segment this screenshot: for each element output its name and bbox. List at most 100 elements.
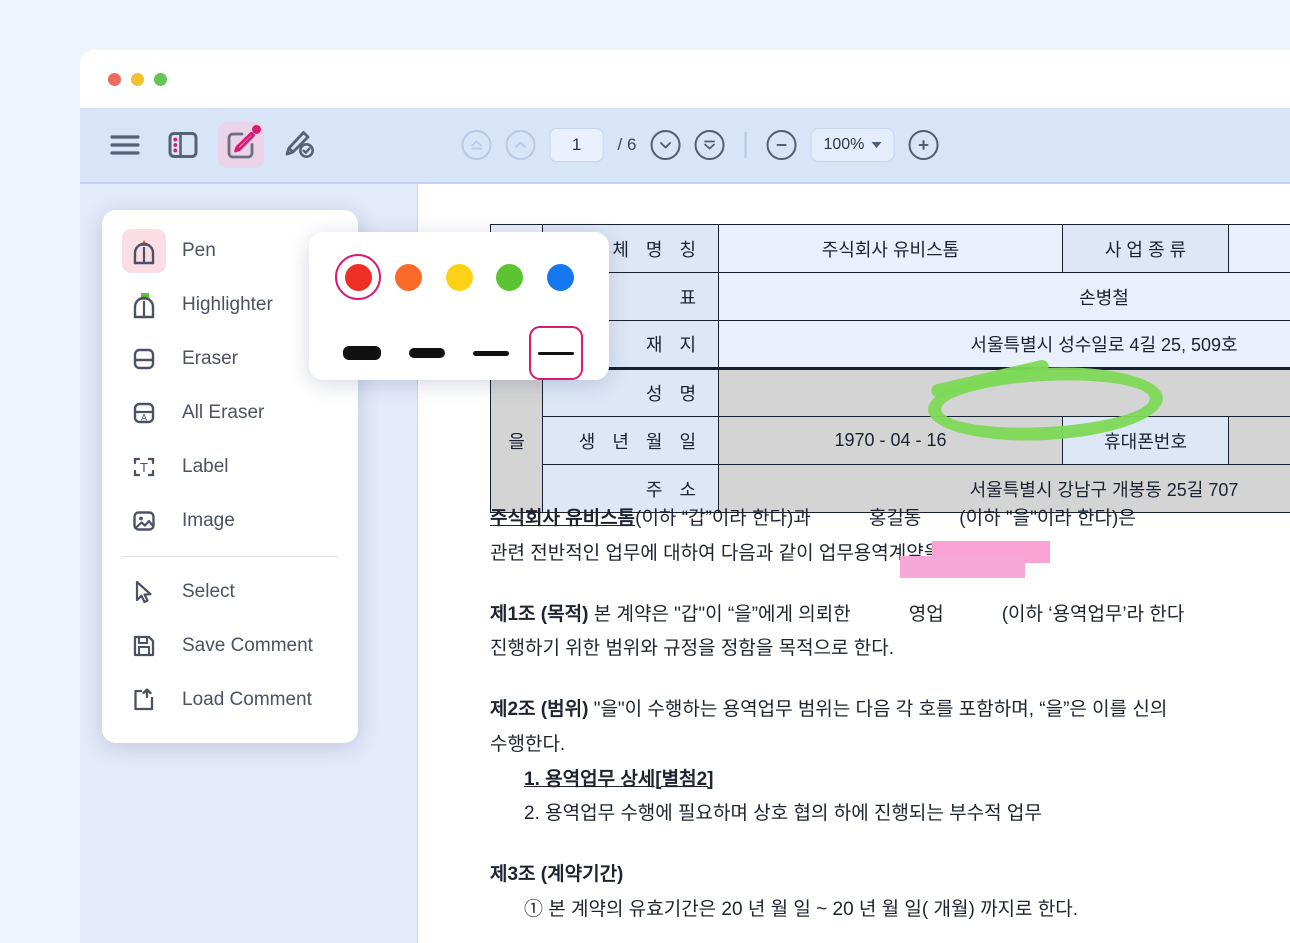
chevron-down-icon	[871, 142, 882, 148]
table-row: 생 년 월 일 1970 - 04 - 16 휴대폰번호 010 -	[491, 416, 1290, 465]
sign-tool-button[interactable]	[276, 122, 322, 168]
preamble-person: 홍길동	[868, 508, 922, 529]
close-button[interactable]	[108, 72, 121, 86]
stroke-width-row	[335, 326, 583, 380]
contract-info-table: 업 체 명 칭 주식회사 유비스톰 사 업 종 류 표 손병철 재 지 서울특별…	[489, 224, 1290, 513]
article3-item-1: ① 본 계약의 유효기간은 20 년 월 일 ~ 20 년 월 일( 개월) 까…	[524, 898, 1079, 920]
pen-style-picker	[309, 232, 609, 380]
article1-body2: (이하 ‘용역업무’라 한다	[1001, 603, 1185, 625]
article1-title: 제1조 (목적)	[490, 603, 589, 625]
color-swatch-green[interactable]	[487, 254, 533, 300]
tool-label: Load Comment	[182, 689, 312, 710]
stroke-option-extra-thick[interactable]	[335, 326, 389, 380]
color-swatch-row	[335, 254, 583, 300]
tool-item-all-eraser[interactable]: A All Eraser	[102, 386, 358, 440]
mobile-value: 010 -	[1228, 416, 1290, 465]
article1-body: 본 계약은 "갑"이 “을”에게 의뢰한	[593, 603, 851, 625]
zoom-level-label: 100%	[823, 136, 865, 153]
company-name-value: 주식회사 유비스톰	[718, 224, 1063, 273]
app-root: / 6	[0, 0, 1290, 943]
page-total-label: / 6	[617, 135, 637, 154]
thumbnail-panel-button[interactable]	[160, 122, 206, 168]
article2-line-2: 수행한다.	[490, 733, 566, 755]
contract-body-text: 주식회사 유비스톰(이하 “갑”이라 한다)과 홍길동 (이하 "을"이라 한다)은…	[490, 504, 1290, 930]
tool-item-save-comment[interactable]: Save Comment	[102, 619, 358, 673]
last-page-icon	[704, 140, 715, 150]
zoom-out-button[interactable]	[766, 130, 797, 160]
color-swatch-orange[interactable]	[386, 254, 432, 300]
tool-label: Save Comment	[182, 635, 313, 656]
toolbar-left-group	[80, 122, 322, 168]
main-toolbar: / 6	[80, 108, 1290, 184]
table-row: 표 손병철	[491, 272, 1290, 321]
preamble-company: 주식회사 유비스톰	[490, 508, 636, 529]
hamburger-menu-button[interactable]	[102, 122, 148, 168]
party-eul-label: 을	[489, 367, 544, 513]
next-page-button[interactable]	[650, 130, 681, 160]
annotate-active-badge	[252, 125, 261, 134]
article3-title: 제3조 (계약기간)	[490, 864, 624, 886]
window-titlebar	[80, 50, 1290, 108]
tool-label: All Eraser	[182, 402, 265, 423]
article1-field: 영업	[908, 603, 944, 625]
article1-line-2: 진행하기 위한 범위와 규정을 정함을 목적으로 한다.	[490, 638, 895, 660]
stroke-bar	[473, 350, 510, 356]
zoom-level-select[interactable]: 100%	[810, 128, 895, 162]
stroke-bar	[408, 348, 445, 358]
article2-body: "을"이 수행하는 용역업무 범위는 다음 각 호를 포함하며, “을”은 이를…	[593, 699, 1168, 721]
page-number-input[interactable]	[549, 128, 604, 162]
birthdate-label: 생 년 월 일	[542, 416, 720, 465]
tool-label: Highlighter	[182, 294, 273, 315]
tool-label: Image	[182, 510, 235, 531]
tool-label: Eraser	[182, 348, 238, 369]
hamburger-menu-icon	[110, 135, 140, 155]
tool-label: Label	[182, 456, 229, 477]
pen-marker-icon	[122, 229, 166, 273]
text-label-icon: T	[122, 445, 166, 489]
tool-item-image[interactable]: Image	[102, 494, 358, 548]
color-swatch-red[interactable]	[335, 254, 381, 300]
pen-annotate-icon	[227, 131, 255, 159]
business-type-label: 사 업 종 류	[1061, 224, 1230, 273]
stroke-bar	[343, 346, 381, 360]
swatch-dot	[344, 263, 372, 291]
article2-item-1: 1. 용역업무 상세[별첨2]	[524, 768, 714, 790]
upload-load-icon	[122, 678, 166, 722]
tool-item-load-comment[interactable]: Load Comment	[102, 673, 358, 727]
zoom-in-button[interactable]	[908, 130, 939, 160]
person-name-value	[718, 367, 1290, 417]
next-page-icon	[660, 142, 671, 149]
preamble-line-2: 관련 전반적인 업무에 대하여 다음과 같이 업무용역계약을 체결한다.	[490, 542, 1022, 564]
tool-label: Pen	[182, 240, 216, 261]
table-row: 을 성 명	[489, 367, 1290, 513]
article1-line-1: 제1조 (목적) 본 계약은 "갑"이 “을”에게 의뢰한 영업 (이하 ‘용역업무…	[490, 600, 1290, 631]
stroke-option-thin[interactable]	[528, 326, 583, 380]
floppy-save-icon	[122, 624, 166, 668]
business-type-value	[1228, 224, 1290, 273]
svg-text:T: T	[140, 460, 148, 475]
maximize-button[interactable]	[154, 72, 167, 86]
last-page-button[interactable]	[694, 130, 725, 160]
annotate-tool-button[interactable]	[218, 122, 264, 168]
article2-item-2: 2. 용역업무 수행에 필요하며 상호 협의 하에 진행되는 부수적 업무	[524, 803, 1042, 825]
prev-page-button[interactable]	[505, 130, 536, 160]
zoom-in-icon	[918, 140, 929, 150]
tool-item-select[interactable]: Select	[102, 565, 358, 619]
toolbar-page-controls: / 6	[461, 128, 939, 162]
svg-text:A: A	[141, 413, 147, 423]
swatch-dot	[395, 263, 422, 291]
representative-value: 손병철	[718, 272, 1290, 321]
first-page-button[interactable]	[461, 130, 492, 160]
color-swatch-yellow[interactable]	[436, 254, 482, 300]
minimize-button[interactable]	[131, 72, 144, 86]
tool-item-label[interactable]: T Label	[102, 440, 358, 494]
all-eraser-icon: A	[122, 391, 166, 435]
mobile-label: 휴대폰번호	[1061, 416, 1230, 465]
color-swatch-blue[interactable]	[537, 254, 583, 300]
stroke-option-thick[interactable]	[400, 326, 454, 380]
table-row: 재 지 서울특별시 성수일로 4길 25, 509호	[491, 320, 1290, 369]
article2-line-1: 제2조 (범위) "을"이 수행하는 용역업무 범위는 다음 각 호를 포함하며…	[490, 695, 1290, 726]
swatch-dot	[445, 263, 473, 291]
stroke-option-medium[interactable]	[464, 326, 518, 380]
preamble-mid: (이하 “갑”이라 한다)과	[635, 508, 811, 529]
